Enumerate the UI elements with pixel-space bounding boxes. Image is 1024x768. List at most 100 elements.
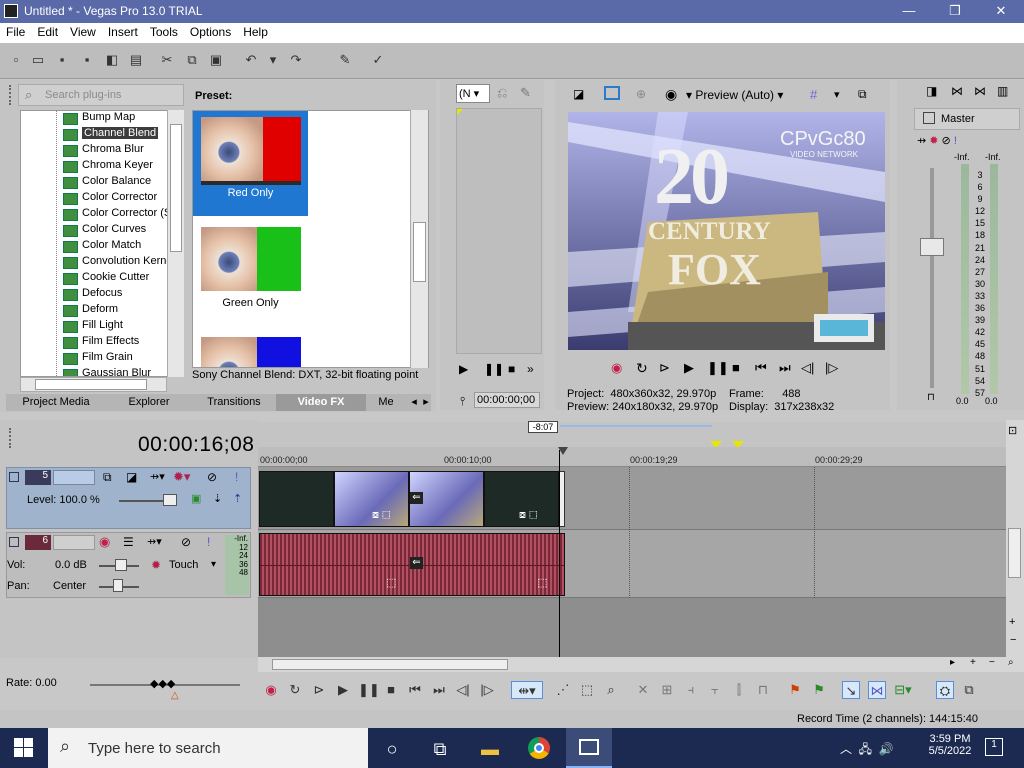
plugin-list-hscrollbar[interactable] bbox=[20, 377, 167, 392]
automation-dropdown-icon[interactable]: ▾ bbox=[211, 559, 216, 570]
scroll-thumb[interactable] bbox=[272, 659, 508, 670]
trimmer-next-icon[interactable]: » bbox=[527, 362, 534, 376]
preview-next-icon[interactable]: ⏭ bbox=[779, 360, 791, 376]
clock[interactable]: 3:59 PM 5/5/2022 bbox=[920, 733, 980, 757]
track-solo-icon[interactable]: ! bbox=[207, 535, 210, 549]
record-icon[interactable]: ◉ bbox=[262, 681, 280, 699]
close-button[interactable]: ✕ bbox=[978, 0, 1024, 23]
open-icon[interactable]: ▭ bbox=[30, 52, 46, 68]
track-collapse-icon[interactable] bbox=[9, 537, 19, 547]
maximize-button[interactable]: ❐ bbox=[932, 0, 978, 23]
preset-gallery[interactable]: Red Only Green Only bbox=[192, 110, 429, 368]
track-name-field[interactable] bbox=[53, 535, 95, 550]
menu-file[interactable]: File bbox=[0, 23, 31, 41]
preview-record-icon[interactable]: ◉ bbox=[611, 360, 622, 376]
preview-stop-icon[interactable]: ■ bbox=[732, 360, 740, 375]
trim-end-icon[interactable]: ⫟ bbox=[706, 681, 724, 699]
go-to-end-icon[interactable]: ⏭ bbox=[430, 681, 448, 699]
plugin-item[interactable]: Bump Map bbox=[61, 111, 135, 127]
scroll-thumb[interactable] bbox=[413, 222, 426, 282]
snapping-icon[interactable]: ↘ bbox=[842, 681, 860, 699]
rate-slider-handle[interactable]: ◆◆◆ bbox=[150, 677, 175, 690]
scroll-thumb[interactable] bbox=[35, 379, 147, 390]
arm-record-icon[interactable]: ◉ bbox=[99, 534, 110, 550]
scroll-thumb[interactable] bbox=[170, 124, 182, 252]
tab-transitions[interactable]: Transitions bbox=[192, 394, 276, 411]
zoom-out-h-icon[interactable]: − bbox=[989, 657, 995, 668]
preview-quality-icon[interactable]: ◉ bbox=[665, 86, 677, 103]
time-ruler[interactable]: 00:00:00;00 00:00:10;00 00:00:19;29 00:0… bbox=[258, 447, 1006, 467]
track-mute-icon[interactable]: ⊘ bbox=[207, 470, 217, 484]
plugin-tree[interactable]: Bump Map Channel Blend Chroma Blur Chrom… bbox=[20, 110, 184, 377]
trim-icon[interactable]: ⊞ bbox=[658, 681, 676, 699]
trim-start-icon[interactable]: ⫞ bbox=[682, 681, 700, 699]
preset-scrollbar[interactable] bbox=[410, 110, 428, 368]
timeline-hscrollbar[interactable]: ▸ + − ⌕ bbox=[258, 657, 1024, 672]
preview-quality-dropdown[interactable]: ▾ Preview (Auto) ▾ bbox=[686, 88, 783, 102]
track-automation-icon[interactable]: ⇸▾ bbox=[147, 535, 162, 548]
split-icon[interactable]: ⫿ bbox=[730, 681, 748, 699]
crossfade-icon[interactable]: ⇐ bbox=[410, 492, 423, 504]
chrome-icon[interactable] bbox=[528, 737, 552, 761]
preset-red-only[interactable]: Red Only bbox=[193, 111, 308, 216]
zoom-tool-icon[interactable]: ⌕ bbox=[602, 681, 620, 699]
vegas-taskbar-button[interactable] bbox=[566, 728, 612, 768]
tab-scroll-left-icon[interactable]: ◂ bbox=[408, 394, 420, 411]
event-pan-crop-icon[interactable]: ⧇ ⬚ bbox=[372, 509, 391, 522]
insert-region-icon[interactable]: ⚑ bbox=[810, 681, 828, 699]
plugin-item[interactable]: Chroma Blur bbox=[61, 143, 144, 159]
track-solo-icon[interactable]: ! bbox=[235, 470, 238, 484]
scroll-right-icon[interactable]: ▸ bbox=[950, 657, 955, 668]
tab-scroll-right-icon[interactable]: ▸ bbox=[420, 394, 432, 411]
tab-video-fx[interactable]: Video FX bbox=[276, 394, 366, 411]
envelope-tool-icon[interactable]: ⋰ bbox=[554, 681, 572, 699]
vol-slider-handle[interactable] bbox=[115, 559, 127, 571]
tab-media-generators[interactable]: Me bbox=[366, 394, 406, 411]
preset-blue-only[interactable] bbox=[193, 331, 308, 367]
rate-reset-icon[interactable]: △ bbox=[171, 690, 179, 701]
plugin-item[interactable]: Defocus bbox=[61, 287, 122, 303]
trimmer-pin-icon[interactable]: ⫯ bbox=[460, 394, 465, 409]
zoom-in-h-icon[interactable]: + bbox=[970, 657, 976, 668]
track-fx-icon[interactable]: ✹ bbox=[151, 558, 161, 572]
trimmer-tool-icon[interactable]: ✎ bbox=[520, 85, 531, 101]
master-fader-handle[interactable] bbox=[920, 238, 944, 256]
file-explorer-icon[interactable]: ▬ bbox=[478, 737, 502, 761]
play-from-start-icon[interactable]: ⊳ bbox=[310, 681, 328, 699]
menu-edit[interactable]: Edit bbox=[31, 23, 64, 41]
overlays-dropdown-icon[interactable]: ▾ bbox=[834, 88, 840, 101]
preset-green-only[interactable]: Green Only bbox=[193, 221, 308, 326]
preview-loop-icon[interactable]: ↻ bbox=[636, 360, 648, 377]
cut-icon[interactable]: ✂ bbox=[159, 52, 175, 68]
plugin-item[interactable]: Color Balance bbox=[61, 175, 151, 191]
taskbar-search-input[interactable]: ⌕ Type here to search bbox=[48, 728, 368, 768]
lock-icon[interactable]: ⊓ bbox=[754, 681, 772, 699]
plugin-item[interactable]: Color Corrector (S bbox=[61, 207, 171, 223]
zoom-out-v-icon[interactable]: − bbox=[1010, 634, 1016, 646]
track-automation-icon[interactable]: ⇸▾ bbox=[150, 470, 165, 483]
menu-options[interactable]: Options bbox=[184, 23, 237, 41]
event-pan-crop-icon[interactable]: ⧇ ⬚ bbox=[519, 509, 538, 522]
trimmer-stop-icon[interactable]: ■ bbox=[508, 362, 515, 376]
audio-event-icon[interactable]: ⬚ bbox=[386, 576, 396, 589]
master-lock-icon[interactable]: ⊓ bbox=[927, 392, 935, 403]
redo-icon[interactable]: ↷ bbox=[288, 52, 304, 68]
fx-icon[interactable]: ⊕ bbox=[636, 87, 646, 101]
trimmer-pause-icon[interactable]: ❚❚ bbox=[484, 362, 504, 376]
track-collapse-icon[interactable] bbox=[9, 472, 19, 482]
tab-explorer[interactable]: Explorer bbox=[106, 394, 192, 411]
paste-icon[interactable]: ▣ bbox=[208, 52, 224, 68]
go-to-start-icon[interactable]: ⏮ bbox=[406, 681, 424, 699]
tray-icons[interactable]: ︿ 🖧 🔊 bbox=[840, 740, 894, 761]
plugin-item[interactable]: Deform bbox=[61, 303, 118, 319]
tab-project-media[interactable]: Project Media bbox=[6, 394, 106, 411]
undo-icon[interactable]: ↶ bbox=[243, 52, 259, 68]
trimmer-view[interactable] bbox=[456, 108, 542, 354]
audio-event-icon[interactable]: ⬚ bbox=[537, 576, 547, 589]
pan-slider-handle[interactable] bbox=[113, 579, 123, 592]
prev-frame-icon[interactable]: ◁| bbox=[454, 681, 472, 699]
ignore-grouping-icon[interactable]: ⧉ bbox=[960, 681, 978, 699]
track-down-icon[interactable]: ⇣ bbox=[213, 492, 222, 505]
auto-crossfade-icon[interactable]: ⋈ bbox=[868, 681, 886, 699]
video-track-header[interactable]: 5 ⧉ ◪ ⇸▾ ✹▾ ⊘ ! Level: 100.0 % ▣ ⇣ ⇡ bbox=[6, 467, 251, 529]
